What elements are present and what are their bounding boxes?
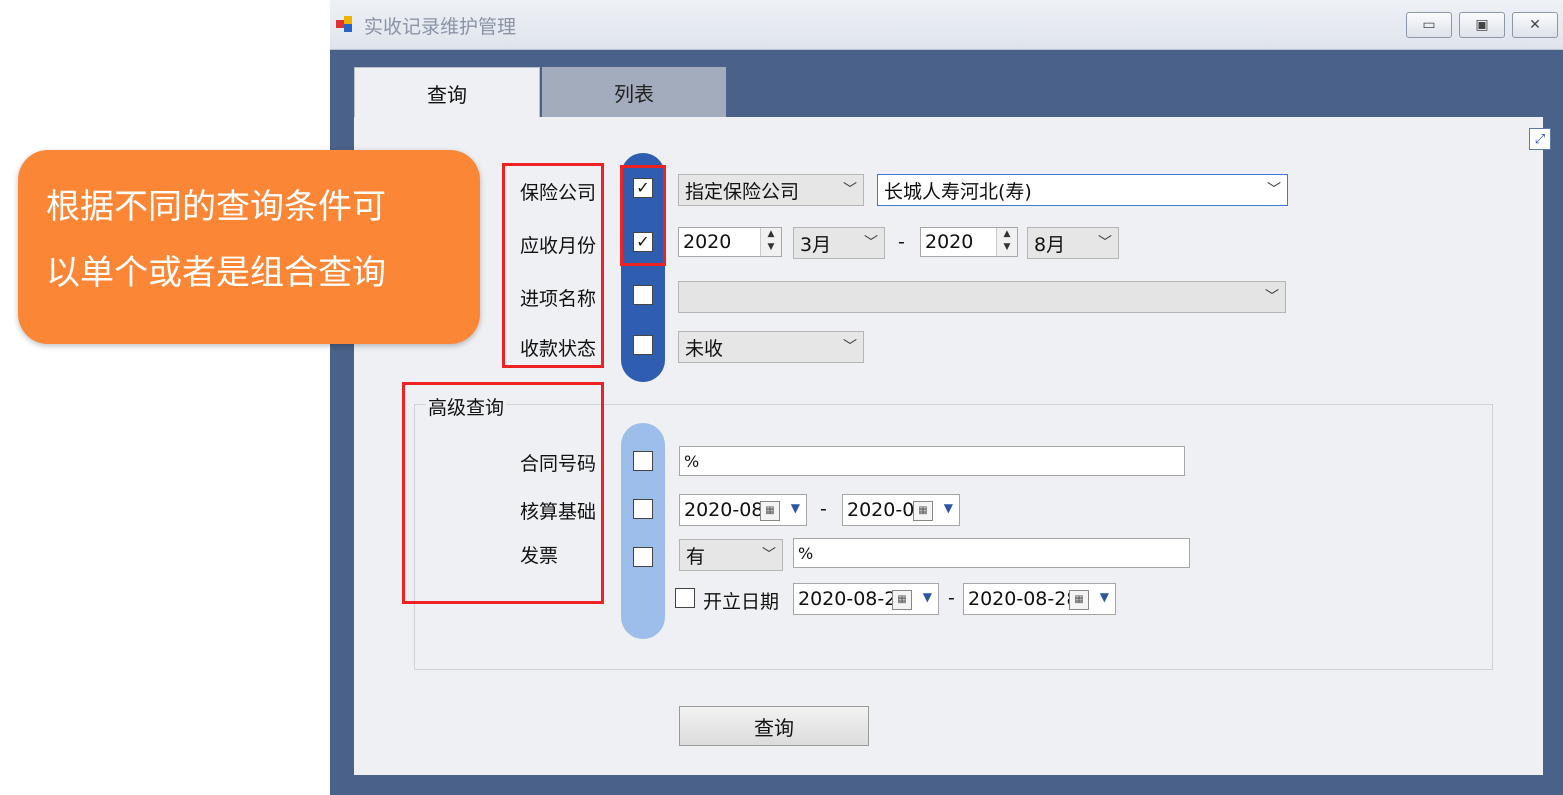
- minimize-icon: ▭: [1422, 17, 1436, 33]
- basis-from-value: 2020-08: [684, 499, 764, 521]
- dropdown-arrow-icon[interactable]: ▼: [944, 501, 953, 515]
- query-button-label: 查询: [754, 715, 794, 740]
- to-year-value: 2020: [925, 231, 974, 253]
- from-month-select[interactable]: 3月 ﹀: [793, 227, 885, 259]
- basis-label: 核算基础: [520, 501, 597, 523]
- month-checkbox[interactable]: ✓: [633, 232, 653, 252]
- open-date-from[interactable]: 2020-08-28 ▦ ▼: [793, 583, 939, 615]
- dropdown-arrow-icon[interactable]: ▼: [1100, 590, 1109, 604]
- invoice-input[interactable]: %: [793, 538, 1190, 568]
- insurer-checkbox[interactable]: ✓: [633, 178, 653, 198]
- chevron-down-icon: ﹀: [843, 182, 857, 198]
- chevron-down-icon: ﹀: [864, 235, 878, 251]
- range-separator: -: [898, 231, 905, 253]
- contract-label: 合同号码: [520, 453, 597, 475]
- minimize-button[interactable]: ▭: [1406, 12, 1452, 38]
- check-icon: ✓: [636, 178, 650, 197]
- basis-from-date[interactable]: 2020-08 ▦ ▼: [679, 494, 807, 526]
- callout-line-2: 以单个或者是组合查询: [46, 253, 386, 293]
- open-date-to[interactable]: 2020-08-28 ▦ ▼: [963, 583, 1116, 615]
- item-name-select[interactable]: ﹀: [678, 281, 1286, 313]
- calendar-icon[interactable]: ▦: [1069, 590, 1089, 610]
- invoice-checkbox[interactable]: [633, 547, 653, 567]
- status-label: 收款状态: [520, 338, 597, 360]
- to-month-value: 8月: [1034, 233, 1066, 256]
- to-year-stepper[interactable]: 2020 ▲ ▼: [920, 227, 1018, 257]
- insurer-name-value: 长城人寿河北(寿): [884, 180, 1032, 203]
- insurer-name-select[interactable]: 长城人寿河北(寿) ﹀: [877, 174, 1288, 206]
- status-value: 未收: [685, 337, 724, 360]
- advanced-labels-highlight: [402, 382, 604, 604]
- from-year-stepper[interactable]: 2020 ▲ ▼: [678, 227, 782, 257]
- status-select[interactable]: 未收 ﹀: [678, 331, 864, 363]
- contract-value: %: [684, 451, 700, 471]
- calendar-icon[interactable]: ▦: [892, 590, 912, 610]
- invoice-has-value: 有: [686, 545, 706, 568]
- dropdown-arrow-icon[interactable]: ▼: [791, 501, 800, 515]
- check-icon: ✓: [636, 232, 650, 251]
- open-date-to-value: 2020-08-28: [968, 588, 1079, 610]
- open-date-checkbox[interactable]: [675, 588, 695, 608]
- chevron-down-icon: ﹀: [1265, 289, 1279, 305]
- spinner-icon[interactable]: ▲ ▼: [760, 228, 781, 256]
- restore-icon: ▣: [1475, 17, 1489, 33]
- dropdown-arrow-icon[interactable]: ▼: [923, 590, 932, 604]
- invoice-label: 发票: [520, 545, 559, 567]
- from-year-value: 2020: [683, 231, 732, 253]
- chevron-down-icon: ﹀: [762, 547, 776, 563]
- basis-checkbox[interactable]: [633, 499, 653, 519]
- expand-icon[interactable]: ⤢: [1529, 128, 1551, 150]
- item-label: 进项名称: [520, 288, 597, 310]
- invoice-value: %: [798, 543, 814, 563]
- month-label: 应收月份: [520, 235, 597, 257]
- calendar-icon[interactable]: ▦: [760, 501, 780, 521]
- item-checkbox[interactable]: [633, 285, 653, 305]
- chevron-down-icon: ﹀: [843, 339, 857, 355]
- app-icon: [336, 14, 356, 34]
- insurer-mode-select[interactable]: 指定保险公司 ﹀: [678, 174, 864, 206]
- tab-list[interactable]: 列表: [542, 67, 726, 117]
- callout-line-1: 根据不同的查询条件可: [46, 187, 386, 227]
- insurer-label: 保险公司: [520, 182, 597, 204]
- restore-button[interactable]: ▣: [1459, 12, 1505, 38]
- spinner-icon[interactable]: ▲ ▼: [996, 228, 1017, 256]
- invoice-has-select[interactable]: 有 ﹀: [679, 539, 783, 571]
- calendar-icon[interactable]: ▦: [913, 501, 933, 521]
- open-date-label: 开立日期: [703, 591, 780, 613]
- window-title: 实收记录维护管理: [364, 16, 517, 38]
- chevron-down-icon: ﹀: [1267, 182, 1281, 198]
- title-bar[interactable]: 实收记录维护管理 ▭ ▣ ✕: [330, 0, 1563, 50]
- chevron-down-icon: ﹀: [1098, 235, 1112, 251]
- tab-query[interactable]: 查询: [354, 67, 540, 119]
- tab-query-label: 查询: [427, 83, 467, 107]
- from-month-value: 3月: [800, 233, 832, 256]
- close-button[interactable]: ✕: [1512, 12, 1558, 38]
- range-separator: -: [820, 498, 827, 520]
- status-checkbox[interactable]: [633, 335, 653, 355]
- contract-input[interactable]: %: [679, 446, 1185, 476]
- contract-checkbox[interactable]: [633, 451, 653, 471]
- query-button[interactable]: 查询: [679, 706, 869, 746]
- callout-annotation: 根据不同的查询条件可 以单个或者是组合查询: [18, 150, 480, 344]
- tab-list-label: 列表: [614, 81, 654, 106]
- close-icon: ✕: [1529, 17, 1541, 33]
- to-month-select[interactable]: 8月 ﹀: [1027, 227, 1119, 259]
- basis-to-date[interactable]: 2020-08 ▦ ▼: [842, 494, 960, 526]
- range-separator: -: [948, 587, 955, 609]
- insurer-mode-value: 指定保险公司: [685, 180, 800, 203]
